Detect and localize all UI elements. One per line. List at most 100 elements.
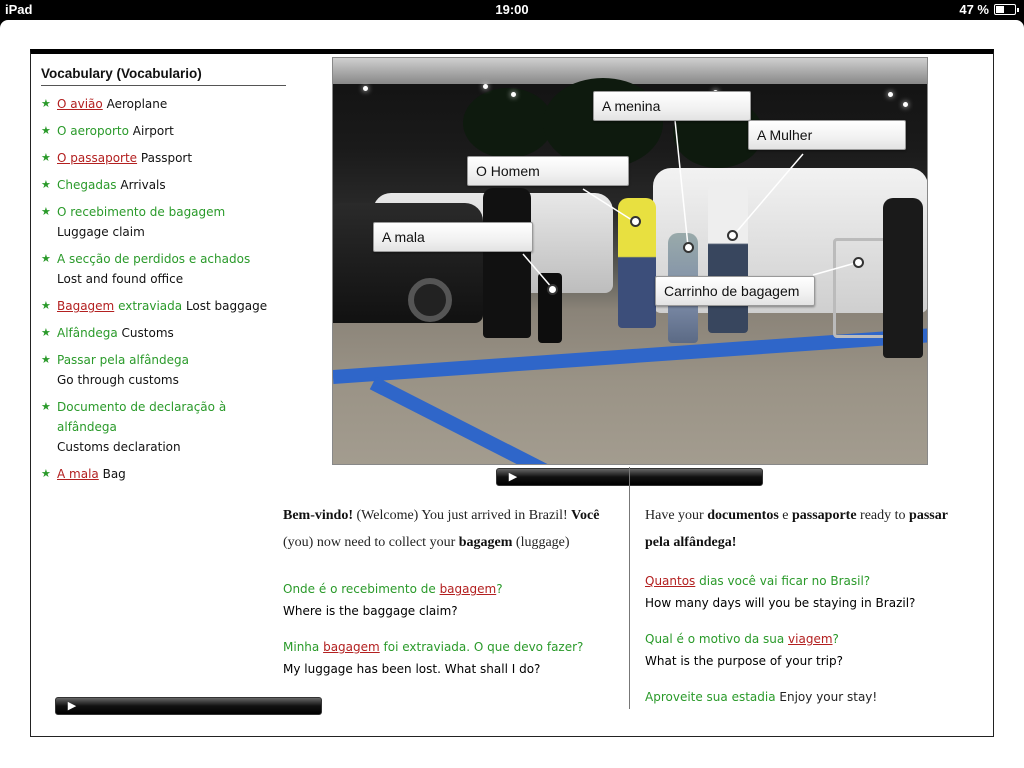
star-icon: ★ (41, 205, 51, 218)
vocab-item: ★ O aeroporto Airport (41, 121, 286, 141)
tag-mulher[interactable]: A Mulher (748, 120, 906, 150)
phrase-part: Aproveite sua estadia (645, 690, 776, 704)
vocab-item: ★ Bagagem extraviada Lost baggage (41, 296, 286, 316)
vocab-item: ★ O recebimento de bagagem Luggage claim (41, 202, 286, 242)
intro-text: (you) now need to collect your (283, 535, 459, 550)
star-icon: ★ (41, 97, 51, 110)
battery-icon (994, 4, 1019, 15)
battery-status: 47 % (959, 2, 1019, 17)
vocab-item: ★ Alfândega Customs (41, 323, 286, 343)
play-icon[interactable]: ▶ (505, 470, 521, 484)
vocab-portuguese: O avião (57, 97, 103, 111)
intro-line-2: pela alfândega! (645, 529, 985, 556)
voce-word: Você (571, 508, 600, 523)
phrase-keyword: viagem (788, 632, 833, 646)
battery-percent: 47 % (959, 2, 989, 17)
phrase-keyword: Quantos (645, 574, 696, 588)
tag-carrinho[interactable]: Carrinho de bagagem (655, 276, 815, 306)
phrase-keyword: bagagem (323, 640, 380, 654)
audio-player-bottom[interactable]: ▶ (55, 697, 322, 715)
vocab-english: Customs (121, 326, 174, 340)
tag-pin-carrinho[interactable] (853, 257, 864, 268)
bemvindo-word: Bem-vindo! (283, 508, 353, 523)
lesson-page: Vocabulary (Vocabulario) ★ O avião Aeropl… (30, 49, 994, 737)
intro-text: Have your (645, 508, 708, 523)
vocab-item: ★ A secção de perdidos e achados Lost and … (41, 249, 286, 289)
phrase-pt: Qual é o motivo da sua viagem? (645, 628, 985, 650)
vocab-english: Airport (132, 124, 174, 138)
vocab-english: Go through customs (57, 373, 179, 387)
phrase-part: Minha (283, 640, 324, 654)
vocab-portuguese: A mala (57, 467, 99, 481)
tag-pin-menina[interactable] (683, 242, 694, 253)
vocab-english: Customs declaration (57, 440, 181, 454)
vocabulary-title: Vocabulary (Vocabulario) (41, 66, 286, 86)
vocab-item: ★ O avião Aeroplane (41, 94, 286, 114)
tag-mala[interactable]: A mala (373, 222, 533, 252)
intro-text: ready to (856, 508, 910, 523)
vocab-english: Lost and found office (57, 272, 184, 286)
star-icon: ★ (41, 178, 51, 191)
phrase-en: What is the purpose of your trip? (645, 654, 843, 668)
vocab-english: Lost baggage (185, 299, 268, 313)
intro-text: (Welcome) You just arrived in Brazil! (353, 508, 572, 523)
tag-menina[interactable]: A menina (593, 91, 751, 121)
vocab-item: ★ Documento de declaração à alfândega Cust… (41, 397, 286, 457)
vocab-portuguese: A secção de perdidos e achados (57, 252, 251, 266)
intro-text: (luggage) (512, 535, 570, 550)
phrase-part: Onde é o recebimento de (283, 582, 440, 596)
vocab-english: Arrivals (120, 178, 166, 192)
star-icon: ★ (41, 467, 51, 480)
star-icon: ★ (41, 124, 51, 137)
vocab-portuguese: Bagagem (57, 299, 115, 313)
star-icon: ★ (41, 151, 51, 164)
phrase-pt: Quantos dias você vai ficar no Brasil? (645, 570, 985, 592)
intro-line-1: Bem-vindo! (Welcome) You just arrived in… (283, 502, 628, 529)
intro-text: e (778, 508, 792, 523)
vocab-english: Passport (140, 151, 193, 165)
app-screen: Vocabulary (Vocabulario) ★ O avião Aeropl… (0, 20, 1024, 768)
vocab-item: ★ Chegadas Arrivals (41, 175, 286, 195)
dialogue-right-column: Have your documentos e passaporte ready … (645, 502, 985, 708)
phrase-en-inline: Enjoy your stay! (775, 690, 878, 704)
vocab-item: ★ O passaporte Passport (41, 148, 286, 168)
phrase-keyword: bagagem (439, 582, 497, 596)
vocab-english: Luggage claim (57, 225, 145, 239)
bagagem-word: bagagem (458, 535, 513, 550)
alfandega-word: pela alfândega! (645, 535, 737, 550)
dialogue-left-column: Bem-vindo! (Welcome) You just arrived in… (283, 502, 628, 680)
star-icon: ★ (41, 400, 51, 413)
tag-pin-homem[interactable] (630, 216, 641, 227)
star-icon: ★ (41, 326, 51, 339)
vocab-portuguese: Alfândega (57, 326, 118, 340)
phrase-pt: Minha bagagem foi extraviada. O que devo… (283, 636, 628, 658)
vocabulary-list: ★ O avião Aeroplane ★ O aeroporto Airport ★ O… (41, 94, 286, 484)
play-icon[interactable]: ▶ (64, 699, 80, 713)
passaporte-word: passaporte (791, 508, 857, 523)
documentos-word: documentos (707, 508, 779, 523)
vocab-english: Aeroplane (106, 97, 168, 111)
tag-pin-mala[interactable] (547, 284, 558, 295)
tag-pin-mulher[interactable] (727, 230, 738, 241)
vocab-portuguese: O aeroporto (57, 124, 129, 138)
phrase-pt: Aproveite sua estadia Enjoy your stay! (645, 686, 985, 708)
phrase-en: My luggage has been lost. What shall I d… (283, 662, 541, 676)
star-icon: ★ (41, 353, 51, 366)
phrase-part: foi extraviada. O que devo fazer? (379, 640, 584, 654)
intro-line-2: (you) now need to collect your bagagem (… (283, 529, 628, 556)
vocab-portuguese: O recebimento de bagagem (57, 205, 226, 219)
vocab-portuguese: Passar pela alfândega (57, 353, 189, 367)
passar-word: passar (909, 508, 948, 523)
vocab-portuguese: extraviada (118, 299, 183, 313)
status-bar: iPad 19:00 47 % (0, 0, 1024, 20)
phrase-en: Where is the baggage claim? (283, 604, 458, 618)
tag-homem[interactable]: O Homem (467, 156, 629, 186)
phrase-part: dias você vai ficar no Brasil? (695, 574, 871, 588)
column-divider (629, 467, 630, 709)
vocab-portuguese: O passaporte (57, 151, 138, 165)
phrase-pt: Onde é o recebimento de bagagem? (283, 578, 628, 600)
vocab-item: ★ A mala Bag (41, 464, 286, 484)
vocab-portuguese: Documento de declaração à alfândega (57, 400, 227, 434)
vocabulary-panel: Vocabulary (Vocabulario) ★ O avião Aeropl… (41, 66, 286, 491)
phrase-part: ? (496, 582, 503, 596)
